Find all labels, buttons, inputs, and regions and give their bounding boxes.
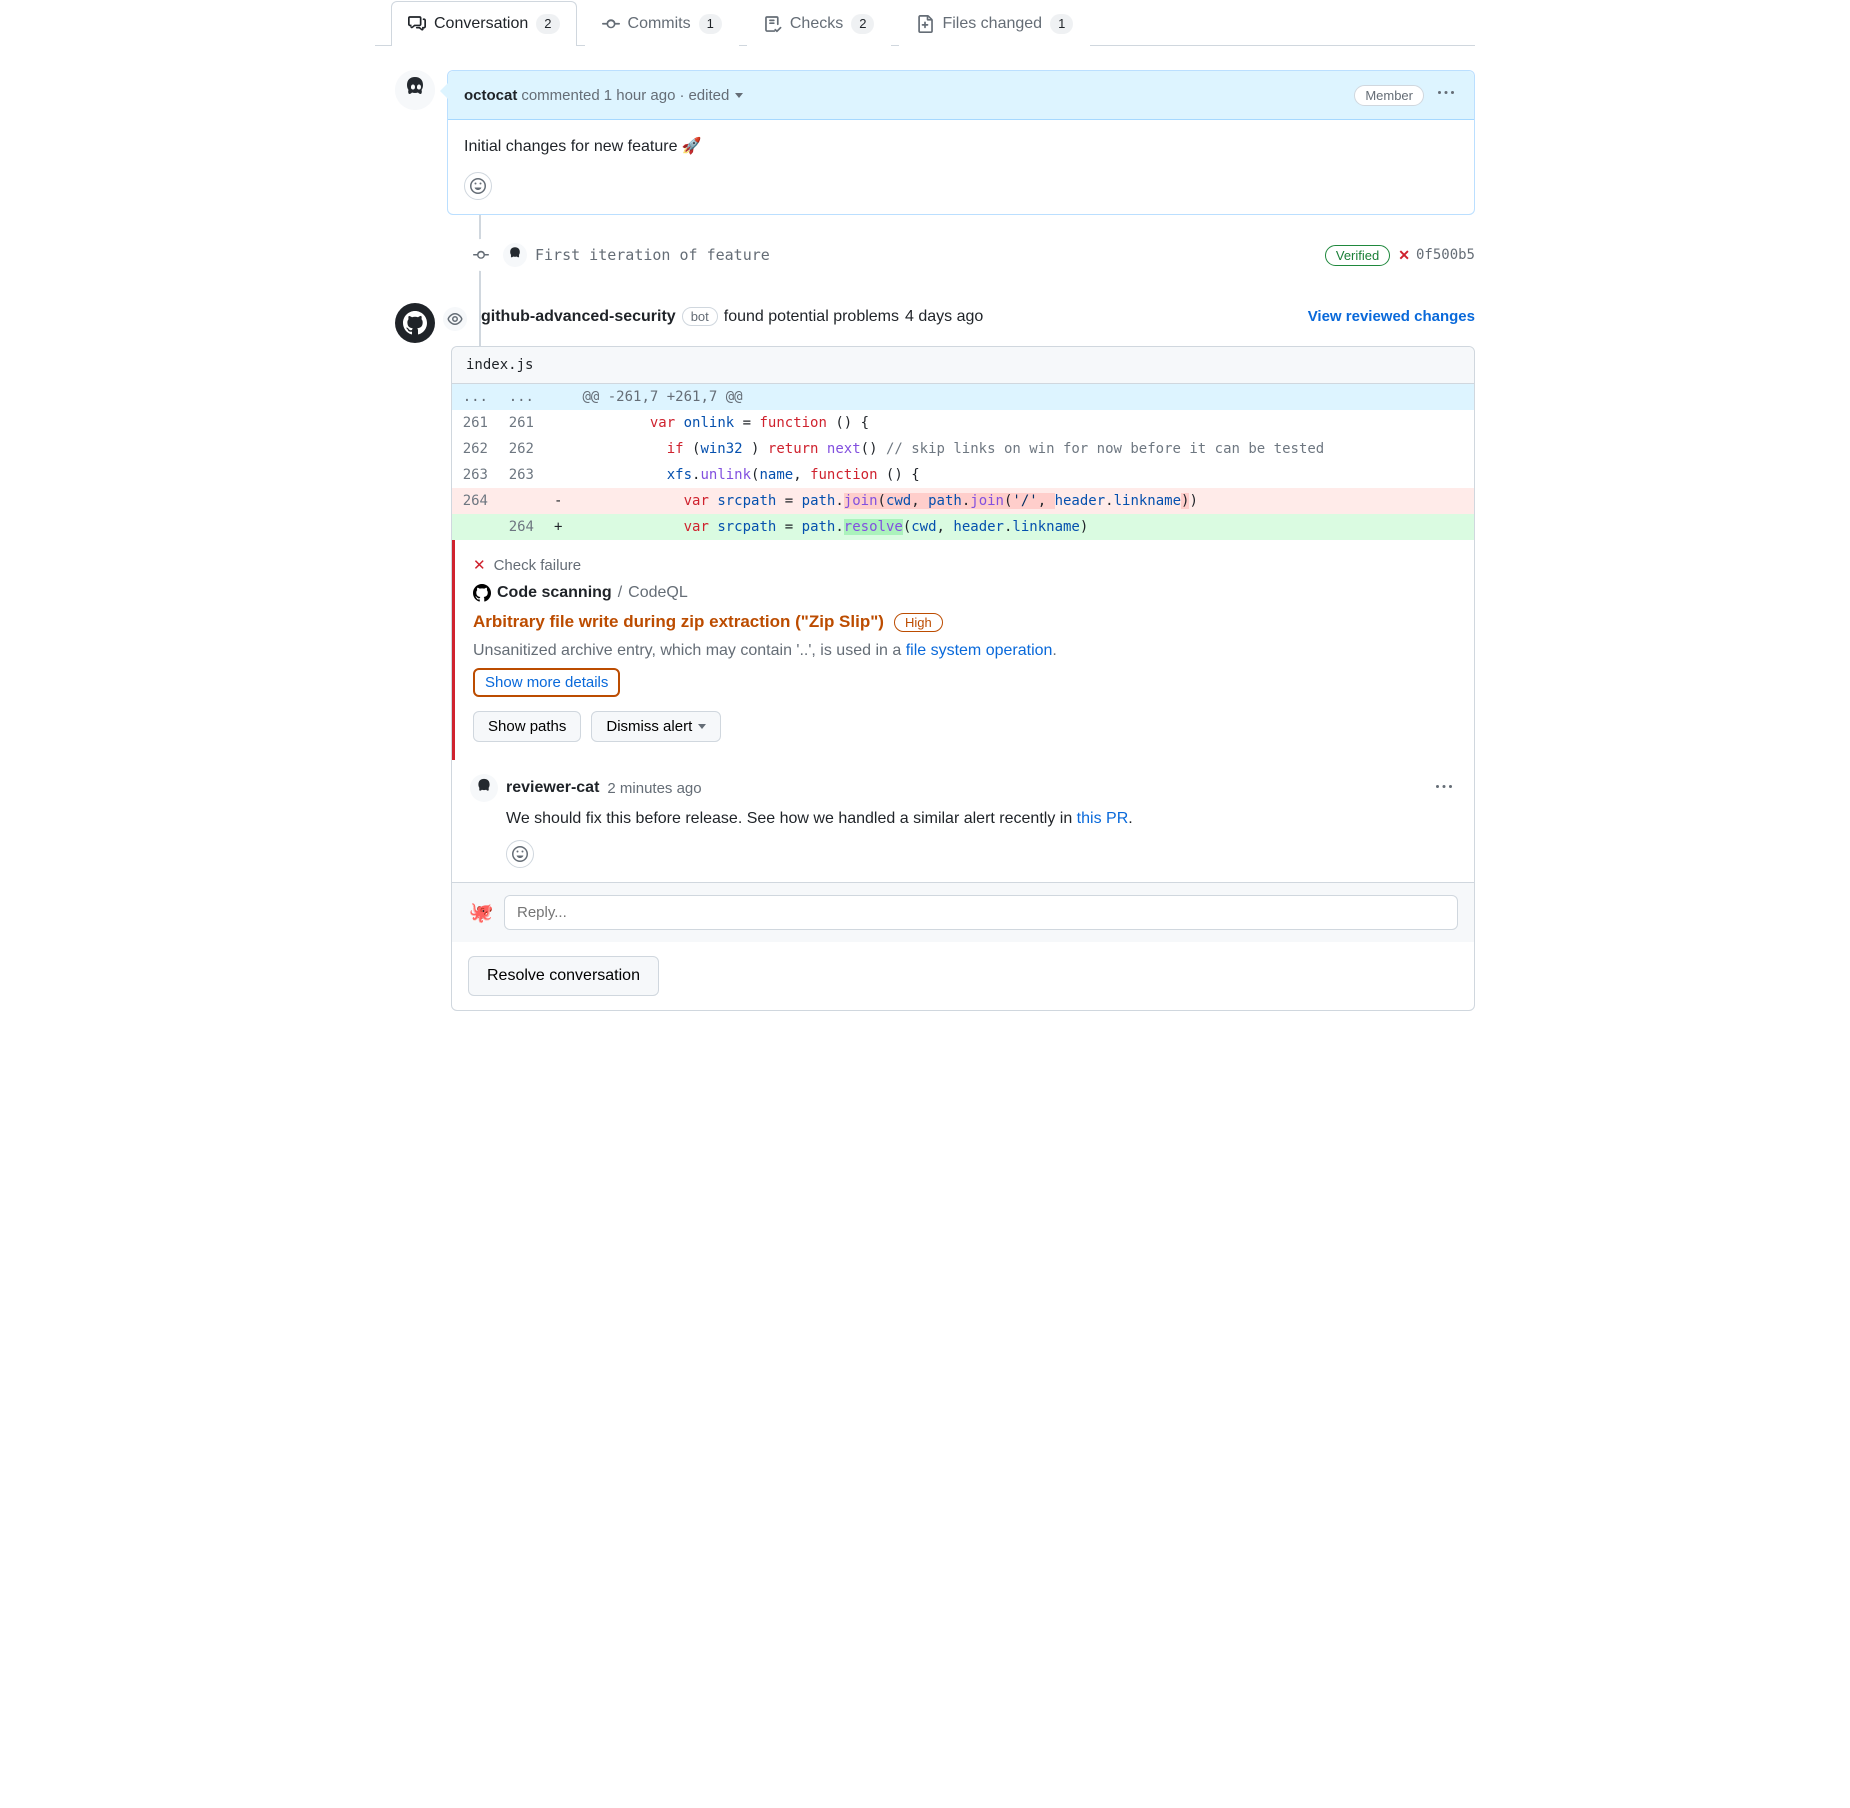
reply-author-avatar[interactable] [470, 774, 498, 802]
checklist-icon [764, 15, 782, 33]
code-scanning-alert: ✕ Check failure Code scanning / CodeQL A… [452, 540, 1474, 760]
comment-body: Initial changes for new feature 🚀 [448, 120, 1474, 172]
show-more-details-link[interactable]: Show more details [485, 674, 608, 691]
git-commit-icon [602, 15, 620, 33]
tool-name: CodeQL [628, 584, 688, 602]
reviewer-avatar[interactable] [395, 303, 435, 343]
show-paths-button[interactable]: Show paths [473, 711, 581, 742]
tab-commits[interactable]: Commits 1 [585, 1, 739, 46]
tab-files-count: 1 [1050, 14, 1073, 34]
check-failure-label: Check failure [494, 557, 582, 574]
view-reviewed-changes-link[interactable]: View reviewed changes [1308, 308, 1475, 325]
comment-author[interactable]: octocat [464, 87, 517, 104]
reply-input-row: 🐙 [452, 882, 1474, 942]
comment-verb: commented [521, 87, 599, 104]
member-badge: Member [1354, 85, 1424, 106]
diff-line[interactable]: 261261 var onlink = function () { [452, 410, 1474, 436]
diff-line[interactable]: 264+ var srcpath = path.resolve(cwd, hea… [452, 514, 1474, 540]
tab-checks[interactable]: Checks 2 [747, 1, 892, 46]
commit-status-fail-icon[interactable]: ✕ [1398, 247, 1410, 264]
tab-conversation-label: Conversation [434, 15, 528, 33]
commit-icon [465, 239, 497, 271]
main-comment: octocat commented 1 hour ago · edited Me… [447, 70, 1475, 215]
review-time[interactable]: 4 days ago [905, 308, 983, 326]
file-diff-icon [916, 15, 934, 33]
diff-line[interactable]: 263263 xfs.unlink(name, function () { [452, 462, 1474, 488]
reply-time[interactable]: 2 minutes ago [607, 780, 701, 797]
reply-add-reaction-button[interactable] [506, 840, 534, 868]
reply-body: We should fix this before release. See h… [506, 810, 1456, 828]
x-icon: ✕ [473, 556, 486, 574]
tab-commits-count: 1 [699, 14, 722, 34]
commit-sha[interactable]: 0f500b5 [1416, 247, 1475, 263]
diff-line[interactable]: 264- var srcpath = path.join(cwd, path.j… [452, 488, 1474, 514]
bot-badge: bot [682, 307, 718, 326]
file-name[interactable]: index.js [452, 347, 1474, 384]
reply-menu-button[interactable] [1432, 775, 1456, 802]
scanner-name: Code scanning [497, 584, 612, 602]
tab-files[interactable]: Files changed 1 [899, 1, 1090, 46]
review-author[interactable]: github-advanced-security [481, 308, 676, 326]
tab-files-label: Files changed [942, 15, 1042, 33]
review-file-box: index.js ......@@ -261,7 +261,7 @@261261… [451, 346, 1475, 1011]
severity-badge: High [894, 613, 943, 632]
edited-dropdown-icon[interactable] [735, 93, 743, 98]
review-eye-icon [441, 305, 469, 333]
tab-checks-label: Checks [790, 15, 843, 33]
reply-body-link[interactable]: this PR [1077, 810, 1129, 827]
dismiss-alert-button[interactable]: Dismiss alert [591, 711, 721, 742]
tab-commits-label: Commits [628, 15, 691, 33]
inline-reply-comment: reviewer-cat 2 minutes ago We should fix… [452, 760, 1474, 882]
show-more-details-highlight: Show more details [473, 668, 620, 697]
github-logo-icon [403, 311, 427, 335]
tab-conversation[interactable]: Conversation 2 [391, 1, 577, 46]
reply-input[interactable] [504, 895, 1458, 930]
diff-table: ......@@ -261,7 +261,7 @@261261 var onli… [452, 384, 1474, 540]
chevron-down-icon [698, 724, 706, 729]
alert-description: Unsanitized archive entry, which may con… [473, 642, 1456, 660]
octocat-avatar-icon [395, 70, 435, 110]
verified-badge[interactable]: Verified [1325, 245, 1390, 266]
current-user-avatar: 🐙 [468, 900, 494, 926]
comment-discussion-icon [408, 15, 426, 33]
comment-time[interactable]: 1 hour ago [604, 87, 676, 104]
author-avatar[interactable] [395, 70, 435, 110]
tab-checks-count: 2 [851, 14, 874, 34]
alert-desc-link[interactable]: file system operation [906, 642, 1053, 659]
commit-author-avatar[interactable] [503, 243, 527, 267]
comment-edited[interactable]: edited [688, 87, 729, 104]
comment-menu-button[interactable] [1434, 81, 1458, 109]
alert-title: Arbitrary file write during zip extracti… [473, 612, 884, 632]
github-mark-icon [473, 584, 491, 602]
pr-tabnav: Conversation 2 Commits 1 Checks 2 Files … [375, 0, 1475, 46]
resolve-conversation-button[interactable]: Resolve conversation [468, 956, 659, 996]
add-reaction-button[interactable] [464, 172, 492, 200]
review-verb: found potential problems [724, 308, 899, 326]
commit-message[interactable]: First iteration of feature [535, 246, 1325, 264]
commit-event: First iteration of feature Verified ✕ 0f… [471, 231, 1475, 279]
diff-line[interactable]: 262262 if (win32 ) return next() // skip… [452, 436, 1474, 462]
tab-conversation-count: 2 [536, 14, 559, 34]
reply-author[interactable]: reviewer-cat [506, 779, 599, 797]
